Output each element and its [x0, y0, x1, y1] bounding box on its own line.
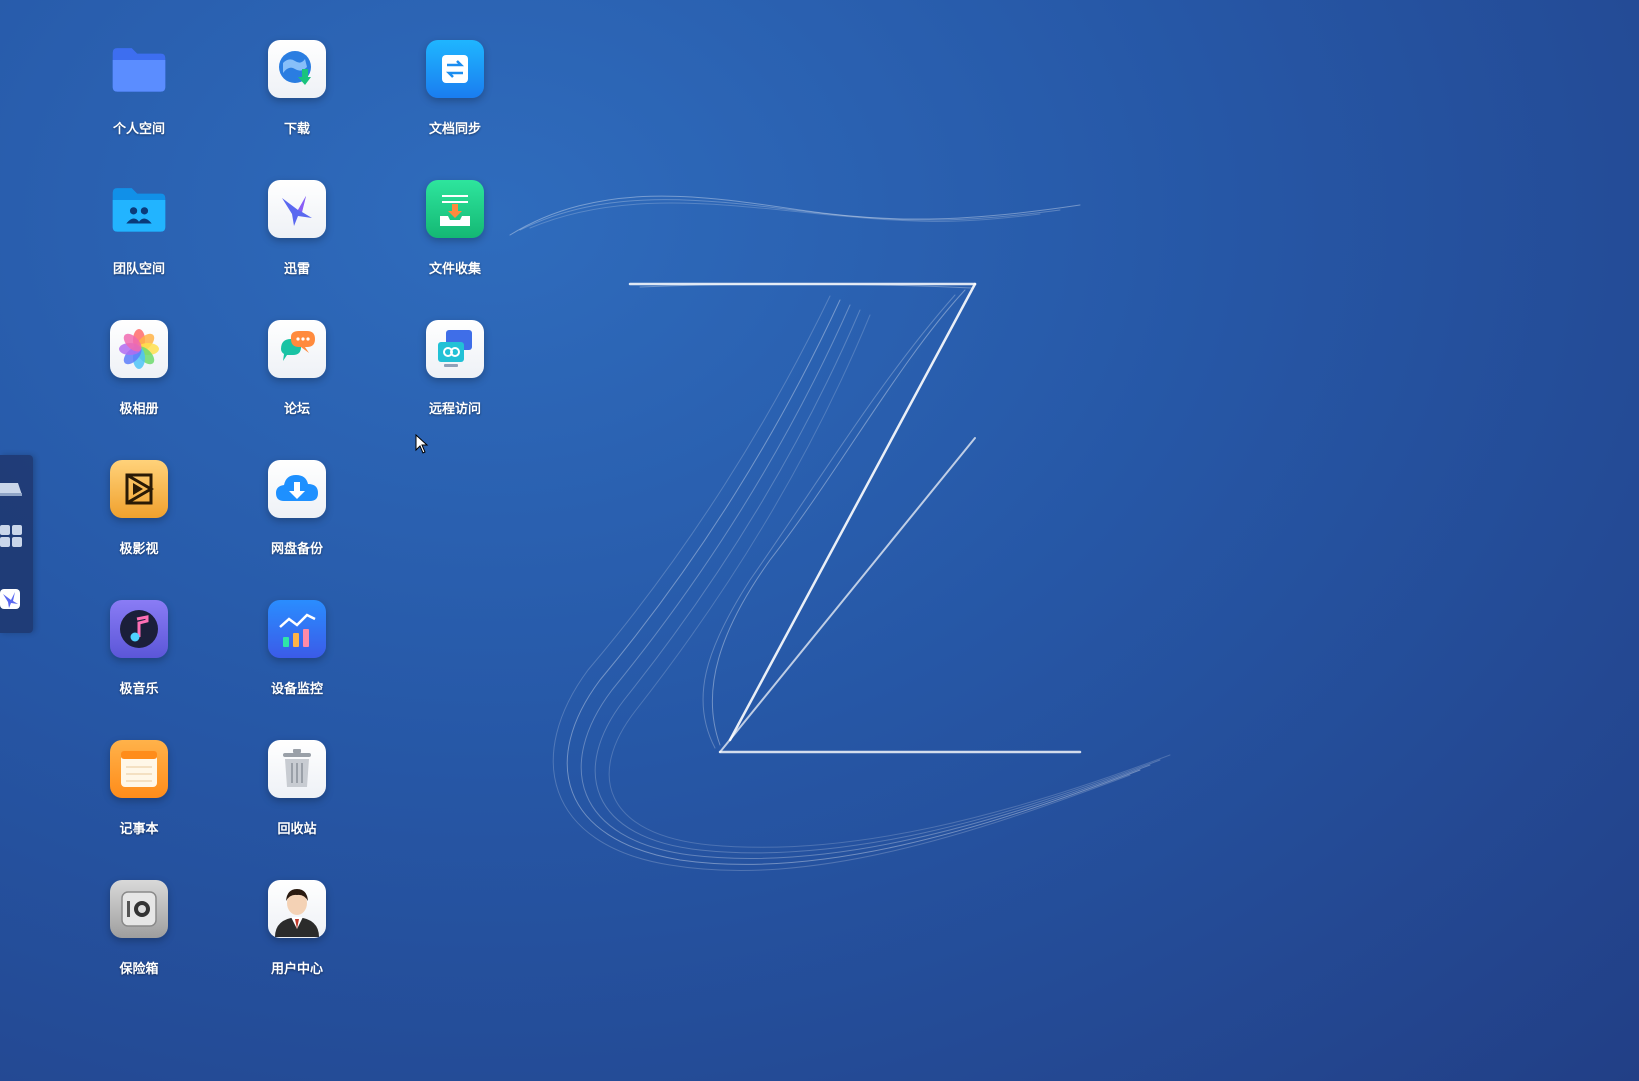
trash-icon [268, 740, 326, 798]
side-dock [0, 455, 33, 633]
flower-icon [110, 320, 168, 378]
inbox-tray-icon [426, 180, 484, 238]
dock-item-storage[interactable] [0, 475, 26, 501]
app-label: 个人空间 [112, 122, 165, 137]
team-folder-icon [110, 180, 168, 238]
app-device-monitor[interactable]: 设备监控 [237, 590, 357, 710]
safe-icon [110, 880, 168, 938]
app-label: 保险箱 [119, 962, 159, 977]
app-video[interactable]: 极影视 [79, 450, 199, 570]
user-avatar-icon [268, 880, 326, 938]
bird-icon [268, 180, 326, 238]
remote-link-icon [426, 320, 484, 378]
app-safe-box[interactable]: 保险箱 [79, 870, 199, 990]
mouse-cursor-icon [415, 434, 429, 454]
app-personal-space[interactable]: 个人空间 [79, 30, 199, 150]
app-notepad[interactable]: 记事本 [79, 730, 199, 850]
app-label: 文件收集 [428, 262, 481, 277]
app-remote-access[interactable]: 远程访问 [395, 310, 515, 430]
app-label: 网盘备份 [270, 542, 323, 557]
cloud-download-icon [268, 460, 326, 518]
bar-chart-icon [268, 600, 326, 658]
app-label: 设备监控 [270, 682, 323, 697]
dock-item-apps[interactable] [0, 523, 26, 549]
app-label: 迅雷 [283, 262, 310, 277]
app-label: 团队空间 [112, 262, 165, 277]
app-label: 记事本 [119, 822, 159, 837]
app-label: 回收站 [277, 822, 317, 837]
bird-icon [0, 589, 20, 609]
app-label: 极影视 [119, 542, 159, 557]
app-label: 文档同步 [428, 122, 481, 137]
drive-icon [0, 483, 22, 496]
desktop-icon-grid: 个人空间 团队空间 极相册 极影视 极音乐 记事本 保险箱 下载 迅雷 论坛 网… [0, 0, 1639, 1081]
app-doc-sync[interactable]: 文档同步 [395, 30, 515, 150]
dock-item-xunlei[interactable] [0, 587, 26, 613]
app-label: 极音乐 [119, 682, 159, 697]
app-music[interactable]: 极音乐 [79, 590, 199, 710]
app-photo-album[interactable]: 极相册 [79, 310, 199, 430]
app-label: 用户中心 [270, 962, 323, 977]
app-user-center[interactable]: 用户中心 [237, 870, 357, 990]
notepad-icon [110, 740, 168, 798]
app-label: 极相册 [119, 402, 159, 417]
app-forum[interactable]: 论坛 [237, 310, 357, 430]
music-note-icon [110, 600, 168, 658]
app-file-collect[interactable]: 文件收集 [395, 170, 515, 290]
folder-icon [110, 40, 168, 98]
app-team-space[interactable]: 团队空间 [79, 170, 199, 290]
app-recycle-bin[interactable]: 回收站 [237, 730, 357, 850]
app-label: 远程访问 [428, 402, 481, 417]
globe-download-icon [268, 40, 326, 98]
app-xunlei[interactable]: 迅雷 [237, 170, 357, 290]
app-label: 下载 [283, 122, 310, 137]
film-icon [110, 460, 168, 518]
app-download[interactable]: 下载 [237, 30, 357, 150]
chat-bubbles-icon [268, 320, 326, 378]
app-label: 论坛 [283, 402, 310, 417]
sync-arrows-icon [426, 40, 484, 98]
grid-icon [0, 525, 22, 547]
app-cloud-backup[interactable]: 网盘备份 [237, 450, 357, 570]
